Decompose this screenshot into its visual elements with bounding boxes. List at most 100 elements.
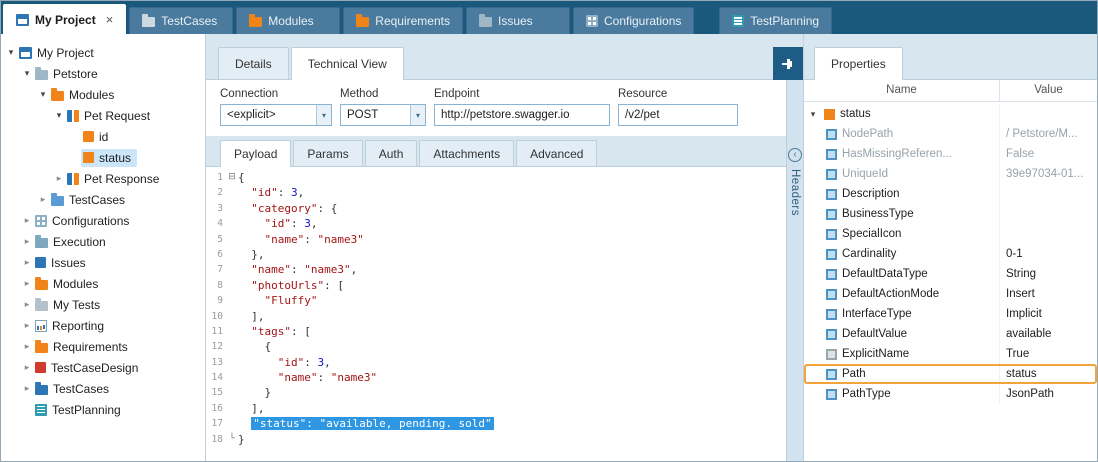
tree-collapsed-icon[interactable]: ▸ <box>21 236 33 247</box>
expand-headers-icon[interactable]: ‹ <box>788 148 802 162</box>
tree-expanded-icon[interactable]: ▾ <box>37 89 49 100</box>
tree-expanded-icon[interactable]: ▾ <box>5 47 17 58</box>
properties-panel: Properties Name Value ▾statusNodePath/ P… <box>803 34 1097 461</box>
tree-item-content: My Tests <box>33 296 106 314</box>
top-tab-issues[interactable]: Issues <box>466 7 570 34</box>
payload-editor[interactable]: 1⊟{2 "id": 3,3 "category": {4 "id": 3,5 … <box>206 167 786 461</box>
resource-label: Resource <box>618 88 738 100</box>
module-detail-panel: DetailsTechnical View Connection<explici… <box>206 34 803 461</box>
resource-input[interactable]: /v2/pet <box>618 104 738 126</box>
property-name: PathType <box>842 388 891 400</box>
property-icon <box>826 209 837 220</box>
property-value: 0-1 <box>1000 248 1097 260</box>
property-row-explicitname[interactable]: ExplicitNameTrue <box>804 344 1097 364</box>
tree-collapsed-icon[interactable]: ▸ <box>21 341 33 352</box>
property-name: status <box>840 108 871 120</box>
modules-folder-icon <box>35 280 48 290</box>
tree-item-status[interactable]: status <box>1 147 205 168</box>
line-number: 9 <box>206 293 226 308</box>
tree-collapsed-icon[interactable]: ▸ <box>21 278 33 289</box>
close-tab-icon[interactable]: × <box>106 12 114 27</box>
property-row-path[interactable]: Pathstatus <box>804 364 1097 384</box>
tree-item-reporting[interactable]: ▸Reporting <box>1 315 205 336</box>
tab-params[interactable]: Params <box>293 140 362 166</box>
tree-item-testcasedesign[interactable]: ▸TestCaseDesign <box>1 357 205 378</box>
tree-collapsed-icon[interactable]: ▸ <box>21 215 33 226</box>
endpoint-input[interactable]: http://petstore.swagger.io <box>434 104 610 126</box>
property-row-cardinality[interactable]: Cardinality0-1 <box>804 244 1097 264</box>
property-icon <box>826 129 837 140</box>
tree-collapsed-icon[interactable]: ▸ <box>21 257 33 268</box>
property-row-nodepath[interactable]: NodePath/ Petstore/M... <box>804 124 1097 144</box>
tree-item-testplanning[interactable]: TestPlanning <box>1 399 205 420</box>
property-row-defaultvalue[interactable]: DefaultValueavailable <box>804 324 1097 344</box>
tree-item-my-tests[interactable]: ▸My Tests <box>1 294 205 315</box>
top-tab-modules[interactable]: Modules <box>236 7 340 34</box>
tree-item-requirements[interactable]: ▸Requirements <box>1 336 205 357</box>
tree-item-id[interactable]: id <box>1 126 205 147</box>
tree-collapsed-icon[interactable]: ▸ <box>21 299 33 310</box>
tree-item-pet-request[interactable]: ▾Pet Request <box>1 105 205 126</box>
property-row-status[interactable]: ▾ status <box>804 104 1097 124</box>
tree-collapsed-icon[interactable]: ▸ <box>37 194 49 205</box>
field-endpoint: Endpointhttp://petstore.swagger.io <box>434 88 610 126</box>
tree-item-execution[interactable]: ▸Execution <box>1 231 205 252</box>
property-row-specialicon[interactable]: SpecialIcon <box>804 224 1097 244</box>
tree-item-configurations[interactable]: ▸Configurations <box>1 210 205 231</box>
property-row-description[interactable]: Description <box>804 184 1097 204</box>
top-tab-requirements[interactable]: Requirements <box>343 7 463 34</box>
property-icon <box>826 369 837 380</box>
tree-item-my-project[interactable]: ▾My Project <box>1 42 205 63</box>
tree-item-petstore[interactable]: ▾Petstore <box>1 63 205 84</box>
property-row-defaultdatatype[interactable]: DefaultDataTypeString <box>804 264 1097 284</box>
property-row-defaultactionmode[interactable]: DefaultActionModeInsert <box>804 284 1097 304</box>
top-tab-my-project[interactable]: My Project× <box>3 4 126 34</box>
top-tab-label: Configurations <box>604 14 681 28</box>
method-select[interactable]: POST▾ <box>340 104 426 126</box>
top-tab-configurations[interactable]: Configurations <box>573 7 694 34</box>
testplanning-icon <box>35 404 47 416</box>
tree-item-issues[interactable]: ▸Issues <box>1 252 205 273</box>
tree-item-content: status <box>81 149 137 167</box>
reporting-chart-icon <box>35 320 47 332</box>
tree-item-label: Modules <box>69 88 114 102</box>
property-row-businesstype[interactable]: BusinessType <box>804 204 1097 224</box>
tab-advanced[interactable]: Advanced <box>516 140 597 166</box>
tree-collapsed-icon[interactable]: ▸ <box>53 173 65 184</box>
top-tab-testplanning[interactable]: TestPlanning <box>719 7 832 34</box>
pin-panel-button[interactable] <box>773 47 803 80</box>
property-row-uniqueid[interactable]: UniqueId39e97034-01... <box>804 164 1097 184</box>
tree-item-testcases[interactable]: ▸TestCases <box>1 378 205 399</box>
tree-collapsed-icon[interactable]: ▸ <box>21 320 33 331</box>
top-tab-testcases[interactable]: TestCases <box>129 7 233 34</box>
headers-tab[interactable]: Headers <box>789 169 801 216</box>
tree-collapsed-icon[interactable]: ▸ <box>21 383 33 394</box>
property-row-interfacetype[interactable]: InterfaceTypeImplicit <box>804 304 1097 324</box>
detail-tabs: DetailsTechnical View <box>218 47 406 79</box>
tree-expanded-icon[interactable]: ▾ <box>21 68 33 79</box>
code-line-10: 10 ], <box>206 309 786 324</box>
tab-auth[interactable]: Auth <box>365 140 418 166</box>
tab-technical-view[interactable]: Technical View <box>291 47 404 80</box>
code-line-15: 15 } <box>206 385 786 400</box>
property-row-hasmissingreferen[interactable]: HasMissingReferen...False <box>804 144 1097 164</box>
tab-payload[interactable]: Payload <box>220 140 291 167</box>
fold-icon[interactable]: ⊟ <box>226 170 238 185</box>
tab-properties[interactable]: Properties <box>814 47 903 80</box>
property-row-pathtype[interactable]: PathTypeJsonPath <box>804 384 1097 404</box>
tree-item-modules[interactable]: ▸Modules <box>1 273 205 294</box>
tree-item-pet-response[interactable]: ▸Pet Response <box>1 168 205 189</box>
properties-rows: ▾ status NodePath/ Petstore/M...HasMissing… <box>804 102 1097 461</box>
tree-expanded-icon[interactable]: ▾ <box>53 110 65 121</box>
fold-column <box>226 416 238 431</box>
fold-icon[interactable]: └ <box>226 432 238 447</box>
connection-select[interactable]: <explicit>▾ <box>220 104 332 126</box>
tab-attachments[interactable]: Attachments <box>419 140 514 166</box>
tab-details[interactable]: Details <box>218 47 289 79</box>
tree-expanded-icon[interactable]: ▾ <box>807 109 819 120</box>
line-number: 17 <box>206 416 226 431</box>
tree-item-testcases[interactable]: ▸TestCases <box>1 189 205 210</box>
tree-collapsed-icon[interactable]: ▸ <box>21 362 33 373</box>
tree-item-modules[interactable]: ▾ Modules <box>1 84 205 105</box>
requirements-folder-icon <box>356 17 369 27</box>
